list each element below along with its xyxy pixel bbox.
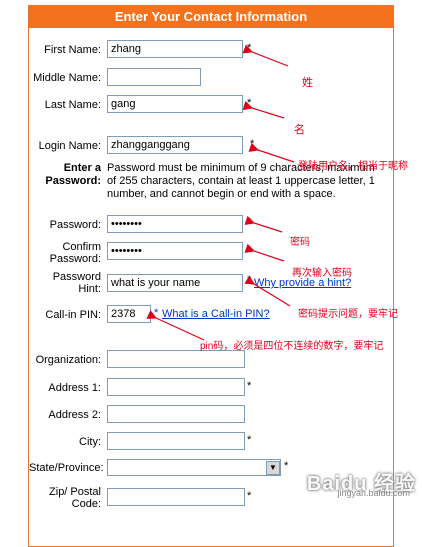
annotation-login: 登陆用户名，相当于昵称 [298, 161, 408, 172]
annotation-arrow [244, 215, 283, 233]
annotation-arrows [146, 44, 295, 341]
annotation-arrow [242, 44, 289, 67]
annotation-arrow [244, 243, 285, 262]
watermark-url: jingyan.baidu.com [337, 488, 410, 498]
annotation-given-name: 名 [294, 124, 305, 136]
annotation-confirm: 再次输入密码 [292, 268, 352, 279]
annotation-arrow [146, 310, 205, 341]
annotation-pin: pin码，必须是四位不连续的数字，要牢记 [200, 341, 384, 352]
annotation-surname: 姓 [302, 77, 313, 89]
annotation-password: 密码 [290, 237, 310, 248]
annotation-arrow [248, 142, 295, 163]
annotation-arrow [242, 100, 285, 119]
annotation-arrow [244, 275, 291, 307]
annotation-hint: 密码提示问题，要牢记 [298, 309, 398, 320]
